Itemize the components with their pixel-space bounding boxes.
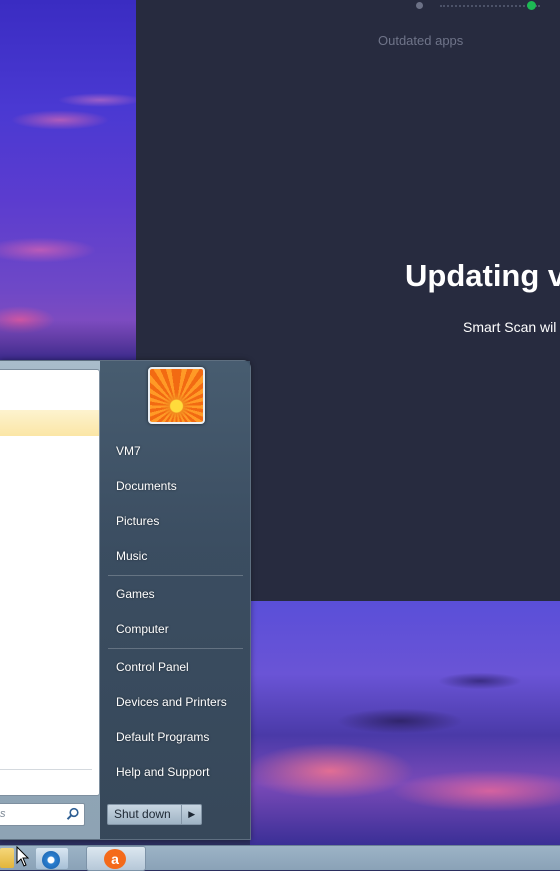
media-player-icon xyxy=(42,851,60,869)
progress-step-dot xyxy=(416,2,423,9)
menu-item-help-support[interactable]: Help and Support xyxy=(116,765,209,779)
progress-step-active-dot xyxy=(527,1,536,10)
menu-item-control-panel[interactable]: Control Panel xyxy=(116,660,189,674)
shutdown-button-group: Shut down ▶ xyxy=(107,804,202,825)
shutdown-button[interactable]: Shut down xyxy=(108,805,181,824)
desktop-wallpaper-bottom xyxy=(250,601,560,845)
menu-item-pictures[interactable]: Pictures xyxy=(116,514,159,528)
user-avatar[interactable] xyxy=(148,367,205,424)
desktop-wallpaper-left xyxy=(0,0,136,360)
search-placeholder: s xyxy=(0,808,6,820)
search-icon[interactable] xyxy=(66,807,80,821)
start-menu: s VM7 Documents Pictures Music Games Com… xyxy=(0,360,251,840)
menu-item-documents[interactable]: Documents xyxy=(116,479,177,493)
menu-item-default-programs[interactable]: Default Programs xyxy=(116,730,209,744)
highlighted-program-item[interactable] xyxy=(0,410,99,436)
menu-item-music[interactable]: Music xyxy=(116,549,147,563)
avast-icon: a xyxy=(104,849,126,869)
scan-subheading: Smart Scan wil xyxy=(463,319,557,335)
scan-heading: Updating v xyxy=(405,258,560,293)
shutdown-options-arrow-icon[interactable]: ▶ xyxy=(181,805,201,824)
step-label: Outdated apps xyxy=(378,33,464,48)
menu-item-computer[interactable]: Computer xyxy=(116,622,169,636)
menu-item-games[interactable]: Games xyxy=(116,587,155,601)
progress-connector xyxy=(440,5,540,7)
mouse-cursor-icon xyxy=(16,846,30,867)
explorer-folder-icon[interactable] xyxy=(0,848,14,868)
menu-separator xyxy=(108,648,243,649)
programs-list-pane[interactable] xyxy=(0,369,100,796)
start-search-input[interactable]: s xyxy=(0,803,85,826)
menu-item-vm7[interactable]: VM7 xyxy=(116,444,141,458)
menu-item-devices-printers[interactable]: Devices and Printers xyxy=(116,695,227,709)
menu-separator xyxy=(108,575,243,576)
programs-divider xyxy=(0,769,92,770)
taskbar xyxy=(0,845,560,870)
